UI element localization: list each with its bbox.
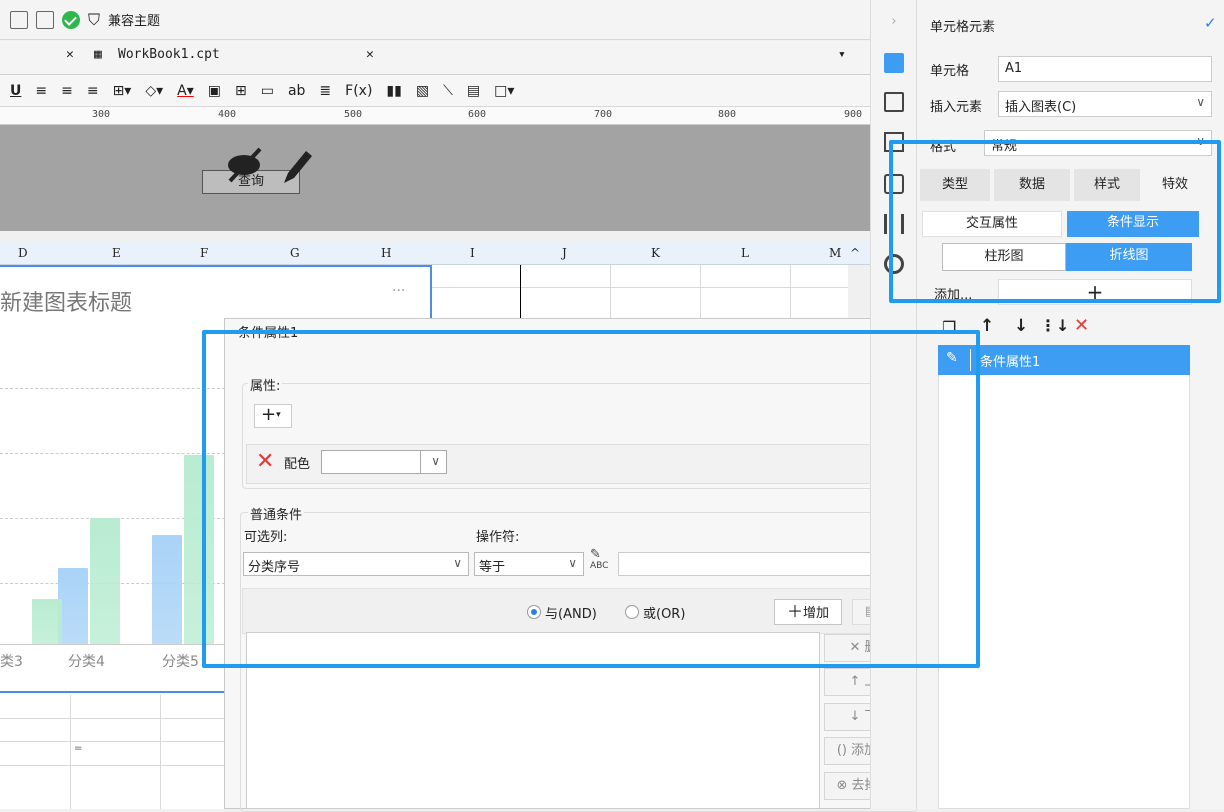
richtext-button[interactable]: ≣ — [319, 83, 331, 99]
insert-element-value: 插入图表(C) — [1005, 100, 1077, 115]
cell-element-icon[interactable] — [884, 53, 904, 73]
top-toolbar: ⛉ 兼容主题 — [0, 0, 870, 40]
column-label[interactable]: K — [651, 246, 660, 260]
bracket-icon: () — [836, 743, 852, 758]
panel-title: 单元格元素 — [930, 20, 996, 35]
arrow-up-icon[interactable]: ↑ — [980, 316, 994, 336]
arrow-down-icon[interactable]: ↓ — [1014, 316, 1028, 336]
cell-value: = — [74, 743, 83, 754]
chart-more-icon[interactable]: ··· — [392, 283, 405, 299]
close-tab-icon[interactable]: ✕ — [66, 47, 74, 62]
ruler-tick: 700 — [594, 109, 613, 120]
pencil-icon — [284, 151, 312, 183]
cell-input[interactable]: A1 — [998, 56, 1212, 82]
column-label[interactable]: J — [562, 246, 567, 260]
dropdown-icon[interactable]: ▾ — [838, 47, 846, 62]
ruler-tick: 800 — [718, 109, 737, 120]
fill-color-button[interactable]: ◇▾ — [145, 83, 163, 99]
check-icon[interactable] — [62, 10, 80, 29]
textbox-button[interactable]: ▭ — [261, 83, 274, 99]
column-label[interactable]: E — [112, 246, 121, 260]
formula-button[interactable]: F(x) — [345, 83, 372, 99]
chart-bar — [152, 534, 182, 644]
x-tick-label: 分类4 — [68, 654, 105, 670]
align-right-button[interactable]: ≡ — [87, 83, 99, 99]
table-button[interactable]: ⊞ — [235, 83, 247, 99]
ruler-tick: 300 — [92, 109, 111, 120]
scroll-up-icon[interactable]: ^ — [850, 246, 860, 260]
delete-icon[interactable]: ✕ — [1074, 315, 1089, 336]
format-toolbar: U ≡ ≡ ≡ ⊞▾ ◇▾ A▾ ▣ ⊞ ▭ ab ≣ F(x) ▮▮ ▧ ⟍ … — [0, 75, 870, 107]
image-button[interactable]: ▧ — [416, 83, 429, 99]
insert-element-label: 插入元素 — [930, 100, 983, 115]
column-label[interactable]: H — [381, 246, 391, 260]
column-label[interactable]: I — [470, 246, 475, 260]
column-label[interactable]: F — [200, 246, 208, 260]
arrow-up-icon: ↑ — [849, 674, 865, 689]
chart-bar — [58, 567, 88, 644]
highlight-box — [202, 330, 980, 668]
sort-icon[interactable]: ⋮↓ — [1040, 316, 1069, 335]
text-button[interactable]: ab — [288, 83, 305, 99]
chart-title[interactable]: 新建图表标题 — [0, 285, 132, 317]
border-button[interactable]: ⊞▾ — [113, 83, 132, 99]
list-item-label: 条件属性1 — [980, 355, 1041, 370]
vertical-scrollbar[interactable] — [848, 265, 870, 325]
arrow-down-icon: ↓ — [849, 709, 865, 724]
tab-workbook[interactable]: WorkBook1.cpt — [118, 47, 220, 62]
x-tick-label: 分类5 — [162, 654, 199, 670]
chevron-down-icon: ∨ — [1196, 95, 1205, 109]
edit-icon[interactable]: ✓ — [1204, 14, 1217, 32]
theme-button[interactable]: 兼容主题 — [108, 10, 160, 29]
align-center-button[interactable]: ≡ — [61, 83, 73, 99]
remove-bracket-icon: ⊗ — [836, 778, 852, 793]
slash-button[interactable]: ⟍ — [443, 83, 453, 99]
preview-icon[interactable] — [36, 10, 54, 29]
font-color-button[interactable]: A▾ — [177, 83, 194, 99]
ruler-tick: 500 — [344, 109, 363, 120]
parameter-pane — [0, 125, 870, 231]
highlight-box — [889, 140, 1221, 303]
chart-bar — [32, 598, 62, 644]
column-label[interactable]: G — [290, 246, 300, 260]
chart-button[interactable]: ▮▮ — [386, 83, 401, 99]
underline-button[interactable]: U — [10, 83, 21, 99]
hidden-eye-icon — [228, 147, 312, 183]
cell-label: 单元格 — [930, 64, 970, 79]
align-left-button[interactable]: ≡ — [35, 83, 47, 99]
frame-button[interactable]: □▾ — [494, 83, 514, 99]
tab-bar: ✕ ▦ WorkBook1.cpt ✕ ▾ — [0, 41, 870, 75]
column-label[interactable]: M — [829, 246, 841, 260]
chart-axis — [0, 644, 224, 645]
chart-bar — [90, 517, 120, 644]
theme-icon[interactable]: ⛉ — [88, 10, 100, 30]
grid-icon: ▦ — [94, 47, 102, 62]
column-label[interactable]: L — [741, 246, 749, 260]
ruler-tick: 400 — [218, 109, 237, 120]
insert-element-select[interactable]: 插入图表(C) ∨ — [998, 91, 1212, 117]
subreport-button[interactable]: ▤ — [467, 83, 480, 99]
cell-attribute-icon[interactable] — [884, 92, 904, 112]
close-tab-icon[interactable]: ✕ — [366, 47, 374, 62]
merge-button[interactable]: ▣ — [208, 83, 221, 99]
chart-gridline — [0, 388, 230, 389]
ruler-tick: 900 — [844, 109, 863, 120]
column-header: D E F G H I J K L M ^ — [0, 241, 870, 265]
chart-gridline — [0, 453, 230, 454]
collapse-arrow-icon[interactable]: › — [884, 14, 904, 34]
template-icon[interactable] — [10, 10, 28, 29]
x-tick-label: 类3 — [0, 654, 23, 670]
ruler: 300 400 500 600 700 800 900 — [0, 107, 870, 125]
column-label[interactable]: D — [18, 246, 28, 260]
ruler-tick: 600 — [468, 109, 487, 120]
